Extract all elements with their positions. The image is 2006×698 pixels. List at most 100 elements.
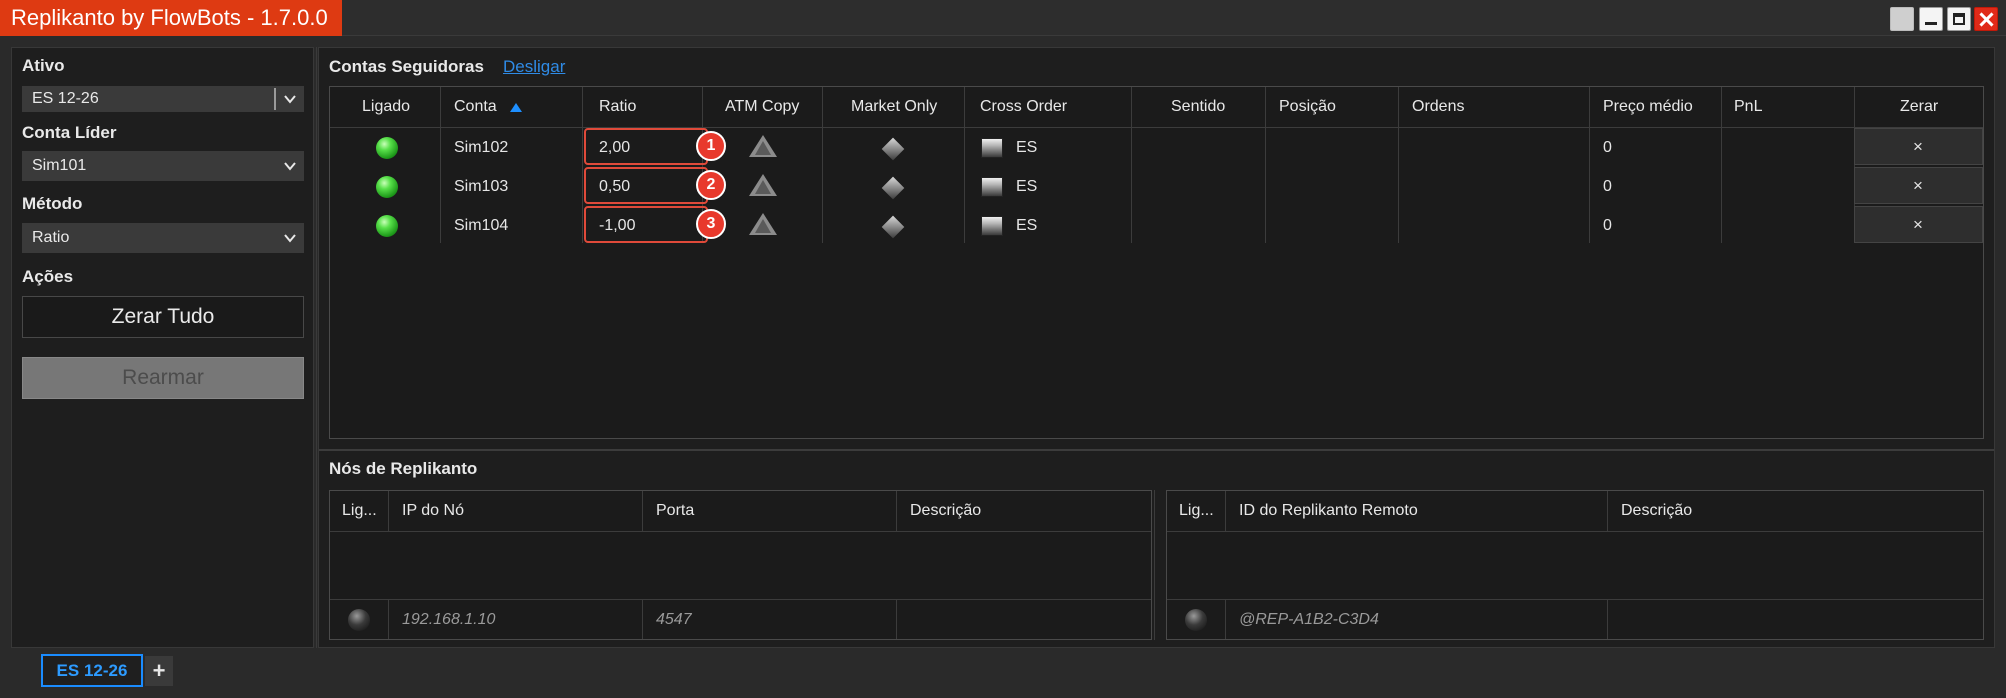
contas-seguidoras-title: Contas Seguidoras (329, 57, 484, 76)
row-conta: Sim104 (454, 217, 509, 234)
sort-ascending-icon (510, 103, 522, 112)
close-icon: × (1913, 176, 1923, 195)
col-divider (1721, 87, 1722, 243)
nos-title: Nós de Replikanto (329, 459, 478, 478)
minimize-icon[interactable] (1919, 7, 1943, 31)
col-divider (1265, 87, 1266, 243)
conta-lider-value: Sim101 (32, 157, 87, 174)
close-icon: × (1913, 215, 1923, 234)
col-header-porta[interactable]: Porta (656, 502, 694, 520)
col-header-ligado[interactable]: Ligado (362, 98, 410, 116)
zerar-row-button[interactable]: × (1854, 167, 1983, 204)
status-led-icon[interactable] (376, 215, 398, 237)
atm-copy-toggle-icon[interactable] (749, 135, 777, 157)
col-divider (896, 599, 897, 639)
close-icon: × (1913, 137, 1923, 156)
remote-nodes-table: Lig... ID do Replikanto Remoto Descrição… (1166, 490, 1984, 640)
status-led-icon[interactable] (1185, 609, 1207, 631)
col-divider (388, 599, 389, 639)
ratio-input[interactable]: 0,50 (599, 178, 630, 196)
cross-order-toggle-icon[interactable] (981, 138, 1003, 158)
col-divider (1589, 87, 1590, 243)
window-title: Replikanto by FlowBots - 1.7.0.0 (0, 0, 342, 36)
status-led-icon[interactable] (376, 176, 398, 198)
market-only-toggle-icon[interactable] (881, 176, 905, 200)
row-conta: Sim102 (454, 139, 509, 156)
col-header-remote-id[interactable]: ID do Replikanto Remoto (1239, 502, 1418, 520)
title-bar: Replikanto by FlowBots - 1.7.0.0 (0, 0, 2006, 36)
panel-splitter[interactable] (319, 449, 1994, 451)
col-header-preco-medio[interactable]: Preço médio (1603, 98, 1693, 116)
zerar-row-button[interactable]: × (1854, 128, 1983, 165)
ativo-select[interactable]: ES 12-26 (22, 86, 304, 112)
zerar-row-button[interactable]: × (1854, 206, 1983, 243)
metodo-select[interactable]: Ratio (22, 223, 304, 253)
ativo-label: Ativo (22, 56, 65, 75)
col-divider (1131, 87, 1132, 243)
add-tab-button[interactable]: + (145, 656, 173, 686)
tab-es-12-26[interactable]: ES 12-26 (41, 654, 143, 687)
atm-copy-toggle-icon[interactable] (749, 174, 777, 196)
col-header-descricao[interactable]: Descrição (1621, 502, 1692, 520)
col-header-pnl[interactable]: PnL (1734, 98, 1762, 116)
callout-badge: 2 (696, 170, 726, 200)
market-only-toggle-icon[interactable] (881, 215, 905, 239)
atm-copy-toggle-icon[interactable] (749, 213, 777, 235)
col-divider (642, 599, 643, 639)
cross-order-symbol: ES (1016, 217, 1038, 234)
ratio-input[interactable]: 2,00 (599, 139, 630, 157)
conta-lider-label: Conta Líder (22, 123, 117, 142)
select-separator (274, 88, 276, 110)
ativo-value: ES 12-26 (32, 90, 99, 107)
col-header-market-only[interactable]: Market Only (851, 98, 937, 116)
col-header-sentido[interactable]: Sentido (1171, 98, 1225, 116)
maximize-icon[interactable] (1947, 7, 1971, 31)
market-only-toggle-icon[interactable] (881, 137, 905, 161)
col-header-conta[interactable]: Conta (454, 98, 497, 116)
col-header-descricao[interactable]: Descrição (910, 502, 981, 520)
header-divider (330, 127, 1983, 128)
rearmar-button[interactable]: Rearmar (22, 357, 304, 399)
close-icon[interactable] (1974, 7, 1998, 31)
col-header-ligado[interactable]: Lig... (342, 502, 377, 520)
zerar-tudo-button[interactable]: Zerar Tudo (22, 296, 304, 338)
header-divider (330, 531, 1151, 532)
col-divider (440, 87, 441, 243)
col-header-ordens[interactable]: Ordens (1412, 98, 1464, 116)
col-divider (822, 87, 823, 243)
desligar-link[interactable]: Desligar (503, 57, 565, 77)
col-header-ligado[interactable]: Lig... (1179, 502, 1214, 520)
col-divider (642, 491, 643, 531)
chevron-down-icon (284, 162, 296, 171)
status-led-icon[interactable] (348, 609, 370, 631)
remote-id-input[interactable]: @REP-A1B2-C3D4 (1239, 611, 1379, 629)
col-header-cross-order[interactable]: Cross Order (980, 98, 1067, 116)
callout-badge: 1 (696, 131, 726, 161)
node-port-input[interactable]: 4547 (656, 611, 692, 629)
status-led-icon[interactable] (376, 137, 398, 159)
col-header-zerar[interactable]: Zerar (1900, 98, 1938, 116)
cross-order-symbol: ES (1016, 178, 1038, 195)
col-divider (896, 491, 897, 531)
panel-divider[interactable] (316, 47, 317, 648)
col-divider (582, 87, 583, 243)
header-divider (1167, 531, 1983, 532)
col-header-ip[interactable]: IP do Nó (402, 502, 464, 520)
row-conta: Sim103 (454, 178, 509, 195)
col-header-posicao[interactable]: Posição (1279, 98, 1336, 116)
grid-divider (1154, 490, 1155, 640)
cross-order-toggle-icon[interactable] (981, 216, 1003, 236)
col-divider (1607, 599, 1608, 639)
ratio-input[interactable]: -1,00 (599, 217, 635, 235)
chevron-down-icon (284, 234, 296, 243)
conta-lider-select[interactable]: Sim101 (22, 151, 304, 181)
col-header-atm-copy[interactable]: ATM Copy (725, 98, 799, 116)
node-ip-input[interactable]: 192.168.1.10 (402, 611, 495, 629)
nodes-table: Lig... IP do Nó Porta Descrição 192.168.… (329, 490, 1152, 640)
col-divider (1398, 87, 1399, 243)
metodo-value: Ratio (32, 229, 70, 246)
window-option-button[interactable] (1890, 7, 1914, 31)
col-header-ratio[interactable]: Ratio (599, 98, 636, 116)
cross-order-toggle-icon[interactable] (981, 177, 1003, 197)
preco-medio-value: 0 (1603, 139, 1612, 156)
